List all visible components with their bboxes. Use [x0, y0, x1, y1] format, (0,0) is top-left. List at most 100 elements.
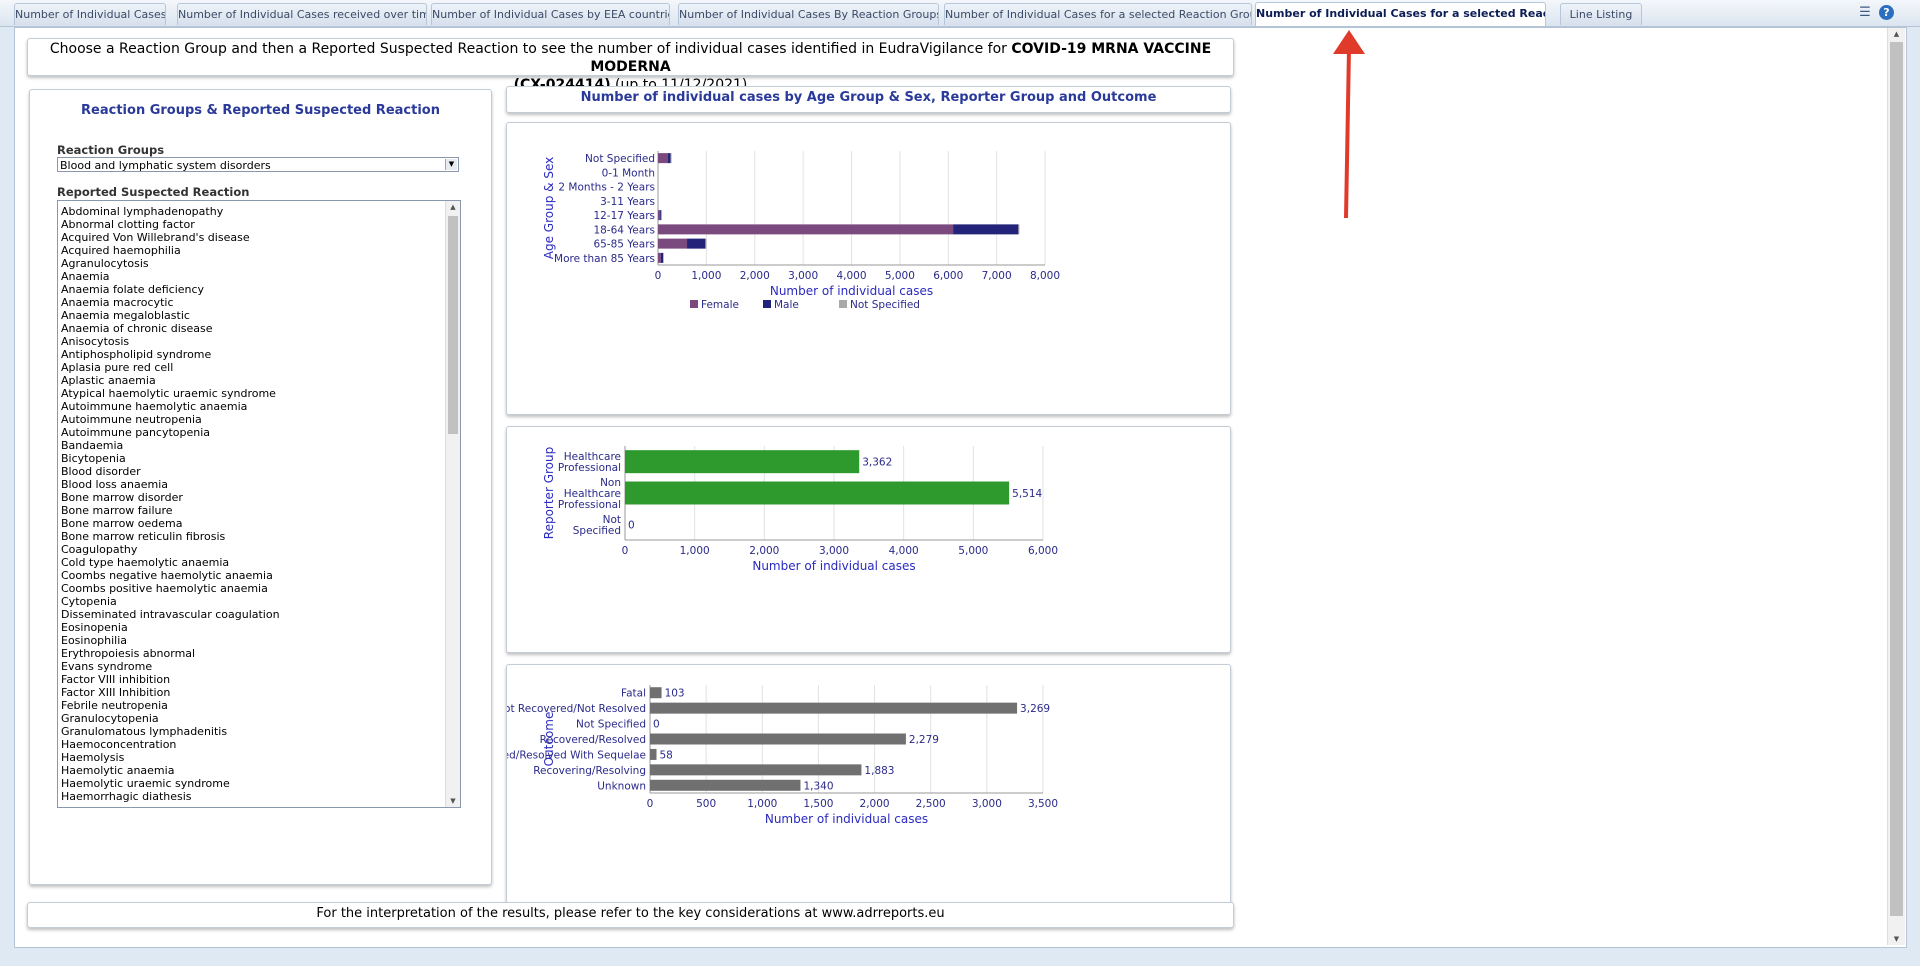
outcome-chart: 0 500 1,000 1,500 2,000 2,500 3,000 3,500 Number…: [507, 685, 1058, 826]
reaction-list-item[interactable]: Haemoconcentration: [58, 738, 443, 751]
bar: [650, 779, 801, 791]
reaction-list-item[interactable]: Factor XIII Inhibition: [58, 686, 443, 699]
reaction-list-item[interactable]: Atypical haemolytic uraemic syndrome: [58, 387, 443, 400]
reaction-list-item[interactable]: Granulocytopenia: [58, 712, 443, 725]
x-tick-label: 1,000: [691, 270, 721, 282]
reaction-selector-panel: Reaction Groups & Reported Suspected Rea…: [29, 89, 492, 885]
page-scrollbar-thumb[interactable]: [1890, 42, 1903, 916]
reaction-list-item[interactable]: Cytopenia: [58, 595, 443, 608]
reaction-list-item[interactable]: Cold type haemolytic anaemia: [58, 556, 443, 569]
reaction-list-item[interactable]: Abdominal lymphadenopathy: [58, 205, 443, 218]
bar-male: [953, 224, 1019, 235]
help-icon[interactable]: ?: [1879, 5, 1894, 20]
bar-female: [658, 224, 954, 235]
tab-bar: Number of Individual Cases Number of Ind…: [0, 0, 1920, 27]
category-label: 65-85 Years: [593, 239, 655, 251]
reaction-list-item[interactable]: Aplastic anaemia: [58, 374, 443, 387]
reaction-list-item[interactable]: Eosinopenia: [58, 621, 443, 634]
scroll-up-icon[interactable]: ▲: [446, 201, 460, 213]
reaction-list-item[interactable]: Haemorrhagic diathesis: [58, 790, 443, 803]
chevron-down-icon[interactable]: ▼: [445, 159, 457, 170]
x-tick-label: 6,000: [1028, 545, 1058, 557]
reaction-list-item[interactable]: Antiphospholipid syndrome: [58, 348, 443, 361]
reaction-list-item[interactable]: Bone marrow failure: [58, 504, 443, 517]
x-tick-label: 8,000: [1030, 270, 1060, 282]
data-label: 0: [653, 719, 660, 731]
reaction-list-item[interactable]: Bone marrow oedema: [58, 517, 443, 530]
reaction-list-item[interactable]: Autoimmune pancytopenia: [58, 426, 443, 439]
reaction-list-item[interactable]: Coombs negative haemolytic anaemia: [58, 569, 443, 582]
x-tick-label: 500: [696, 798, 716, 810]
footer-panel: For the interpretation of the results, p…: [27, 902, 1234, 928]
tab-individual-cases[interactable]: Number of Individual Cases: [14, 3, 166, 25]
reaction-list-item[interactable]: Blood disorder: [58, 465, 443, 478]
page-scrollbar[interactable]: ▲ ▼: [1887, 28, 1905, 945]
reaction-list-item[interactable]: Haemolysis: [58, 751, 443, 764]
reaction-list-item[interactable]: Bone marrow reticulin fibrosis: [58, 530, 443, 543]
category-label: 0-1 Month: [602, 167, 655, 179]
reaction-list-item[interactable]: Anaemia of chronic disease: [58, 322, 443, 335]
bar: [650, 748, 657, 760]
bar-female: [658, 153, 668, 164]
list-options-icon[interactable]: ☰: [1857, 5, 1873, 21]
reaction-list-item[interactable]: Coombs positive haemolytic anaemia: [58, 582, 443, 595]
scrollbar-thumb[interactable]: [448, 216, 458, 434]
tab-line-listing[interactable]: Line Listing: [1560, 3, 1642, 25]
reaction-list-item[interactable]: Anaemia megaloblastic: [58, 309, 443, 322]
charts-header-panel: Number of individual cases by Age Group …: [506, 86, 1231, 113]
bar-male: [660, 210, 662, 221]
reaction-list-item[interactable]: Abnormal clotting factor: [58, 218, 443, 231]
reaction-list-item[interactable]: Erythropoiesis abnormal: [58, 647, 443, 660]
reaction-groups-dropdown[interactable]: Blood and lymphatic system disorders ▼: [57, 157, 459, 172]
bar-female: [658, 210, 661, 221]
x-tick-label: 0: [655, 270, 662, 282]
reaction-list-item[interactable]: Granulomatous lymphadenitis: [58, 725, 443, 738]
reaction-list-item[interactable]: Factor VIII inhibition: [58, 673, 443, 686]
reaction-list-scrollbar[interactable]: ▲ ▼: [445, 201, 460, 807]
reaction-list-item[interactable]: Anaemia macrocytic: [58, 296, 443, 309]
reaction-list-item[interactable]: Disseminated intravascular coagulation: [58, 608, 443, 621]
page-scroll-up-icon[interactable]: ▲: [1888, 28, 1905, 40]
tab-cases-by-eea-countries[interactable]: Number of Individual Cases by EEA countr…: [431, 3, 670, 25]
x-tick-label: 3,500: [1028, 798, 1058, 810]
reaction-list: Abdominal lymphadenopathy Abnormal clotti…: [58, 205, 443, 803]
reaction-list-item[interactable]: Eosinophilia: [58, 634, 443, 647]
reaction-list-item[interactable]: Blood loss anaemia: [58, 478, 443, 491]
tab-cases-by-reaction-groups[interactable]: Number of Individual Cases By Reaction G…: [678, 3, 939, 25]
selector-panel-title: Reaction Groups & Reported Suspected Rea…: [81, 103, 440, 118]
x-tick-label: 0: [647, 798, 654, 810]
reaction-list-item[interactable]: Bone marrow disorder: [58, 491, 443, 504]
reaction-list-item[interactable]: Haemolytic anaemia: [58, 764, 443, 777]
reaction-list-item[interactable]: Bandaemia: [58, 439, 443, 452]
tab-cases-selected-reaction-group[interactable]: Number of Individual Cases for a selecte…: [944, 3, 1252, 25]
reaction-list-item[interactable]: Coagulopathy: [58, 543, 443, 556]
reaction-list-item[interactable]: Febrile neutropenia: [58, 699, 443, 712]
reaction-list-item[interactable]: Acquired Von Willebrand's disease: [58, 231, 443, 244]
reaction-list-item[interactable]: Autoimmune neutropenia: [58, 413, 443, 426]
scroll-down-icon[interactable]: ▼: [446, 795, 460, 807]
page-scroll-down-icon[interactable]: ▼: [1888, 933, 1905, 945]
tab-cases-over-time[interactable]: Number of Individual Cases received over…: [177, 3, 427, 25]
bar-male: [667, 153, 671, 164]
reaction-list-item[interactable]: Autoimmune haemolytic anaemia: [58, 400, 443, 413]
tab-cases-selected-reaction[interactable]: Number of Individual Cases for a selecte…: [1255, 2, 1546, 26]
reaction-list-item[interactable]: Anaemia folate deficiency: [58, 283, 443, 296]
reaction-list-item[interactable]: Agranulocytosis: [58, 257, 443, 270]
x-tick-label: 5,000: [958, 545, 988, 557]
reported-reaction-listbox[interactable]: Abdominal lymphadenopathy Abnormal clotti…: [57, 200, 461, 808]
reaction-list-item[interactable]: Evans syndrome: [58, 660, 443, 673]
bar: [625, 481, 1010, 505]
reporter-group-chart-panel: 0 1,000 2,000 3,000 4,000 5,000 6,000 Number of…: [506, 426, 1231, 653]
x-tick-label: 4,000: [889, 545, 919, 557]
reaction-list-item[interactable]: Bicytopenia: [58, 452, 443, 465]
reaction-list-item[interactable]: Anisocytosis: [58, 335, 443, 348]
reaction-list-item[interactable]: Haemolytic uraemic syndrome: [58, 777, 443, 790]
reporter-group-chart: 0 1,000 2,000 3,000 4,000 5,000 6,000 Number of…: [542, 446, 1058, 573]
reaction-list-item[interactable]: Aplasia pure red cell: [58, 361, 443, 374]
reaction-list-item[interactable]: Acquired haemophilia: [58, 244, 443, 257]
reaction-list-item[interactable]: Anaemia: [58, 270, 443, 283]
reaction-groups-selected: Blood and lymphatic system disorders: [60, 159, 271, 172]
category-label: Recovered/Resolved With Sequelae: [507, 749, 646, 761]
data-label: 3,362: [862, 457, 892, 469]
x-tick-label: 2,500: [916, 798, 946, 810]
